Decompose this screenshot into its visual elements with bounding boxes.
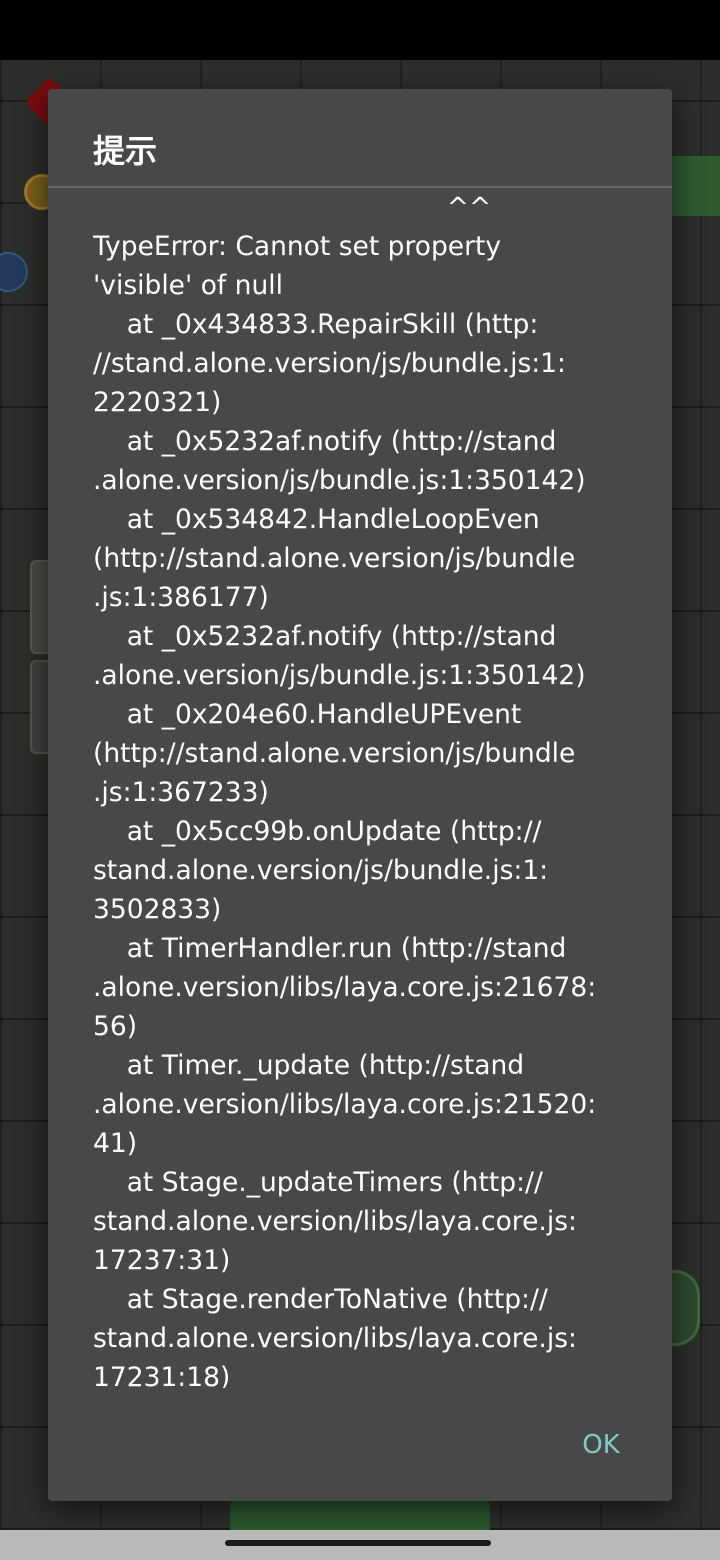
ok-button[interactable]: OK (556, 1425, 646, 1465)
status-bar (0, 0, 720, 60)
error-dialog: 提示 ^^ TypeError: Cannot set property 'vi… (48, 89, 672, 1501)
home-gesture-handle[interactable] (225, 1540, 491, 1546)
dialog-title: 提示 (93, 132, 158, 170)
error-stack-trace[interactable]: ^^ TypeError: Cannot set property 'visib… (93, 188, 621, 1388)
game-green-tile (668, 156, 720, 216)
phone-screen: 提示 ^^ TypeError: Cannot set property 'vi… (0, 0, 720, 1560)
